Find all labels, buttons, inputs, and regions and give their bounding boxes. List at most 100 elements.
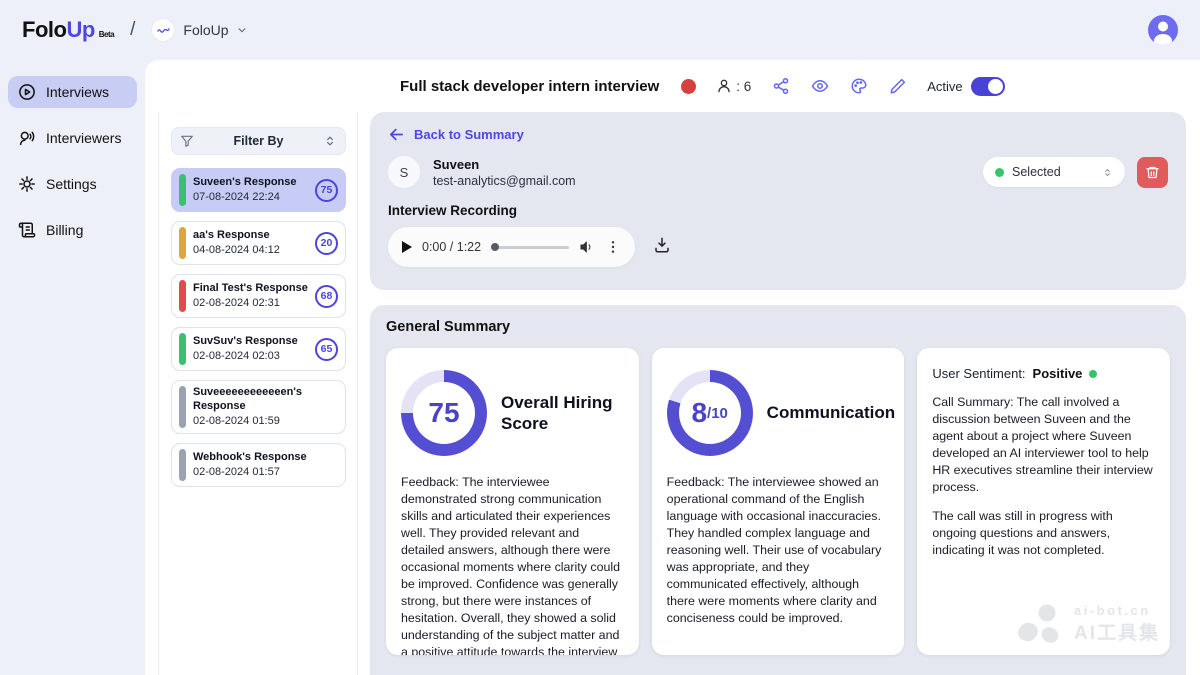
edit-pencil-button[interactable] [889,77,907,95]
response-list-item[interactable]: Suveen's Response07-08-2024 22:24 75 [171,168,346,212]
player-time: 0:00 / 1:22 [422,240,481,254]
interview-title: Full stack developer intern interview [400,78,659,95]
download-recording-button[interactable] [653,236,671,259]
sidebar-item-label: Settings [46,176,97,192]
theme-palette-button[interactable] [850,77,868,95]
sidebar-item-billing[interactable]: Billing [8,214,137,246]
response-score-badge: 75 [315,179,338,202]
overall-score-title: Overall Hiring Score [501,392,624,435]
response-name: Suveen's Response [193,176,308,190]
workspace-name: FoloUp [183,22,228,38]
response-score-badge: 68 [315,285,338,308]
sentiment-card: User Sentiment: Positive Call Summary: T… [917,348,1170,655]
response-list-item[interactable]: Suveeeeeeeeeeeen's Response02-08-2024 01… [171,380,346,434]
response-status-bar [179,333,186,365]
sidebar-item-interviews[interactable]: Interviews [8,76,137,108]
response-status-bar [179,227,186,259]
response-date: 02-08-2024 01:59 [193,414,338,428]
respondent-count: : 6 [716,78,751,94]
breadcrumb-separator: / [130,19,135,41]
funnel-icon [180,134,194,148]
response-status-bar [179,174,186,206]
watermark-line2: AI工具集 [1074,618,1160,645]
candidate-status-dropdown[interactable]: Selected [983,157,1125,187]
response-name: Final Test's Response [193,282,308,296]
app-logo: FoloUp Beta [22,17,114,43]
recording-heading: Interview Recording [388,203,1168,218]
overall-score-value: 75 [428,397,459,429]
player-menu-button[interactable] [605,239,621,255]
response-list-item[interactable]: SuvSuv's Response02-08-2024 02:03 65 [171,327,346,371]
topbar: FoloUp Beta / FoloUp [0,0,1200,60]
audio-player[interactable]: 0:00 / 1:22 [388,227,635,267]
profile-avatar[interactable] [1148,15,1178,45]
back-to-summary-link[interactable]: Back to Summary [388,126,1168,143]
response-list-panel: Filter By Suveen's Response07-08-2024 22… [158,112,358,675]
communication-score-suffix: /10 [707,405,728,422]
overall-score-feedback: Feedback: The interviewee demonstrated s… [401,474,624,655]
watermark: ai-bot.cn AI工具集 [1017,603,1160,645]
summary-heading: General Summary [386,319,1170,335]
workspace-logo-icon [151,18,175,42]
respondent-count-label: : 6 [736,79,751,94]
response-date: 02-08-2024 02:31 [193,296,308,310]
arrow-left-icon [388,126,405,143]
response-date: 02-08-2024 01:57 [193,465,338,479]
chevrons-up-down-icon [1102,167,1113,178]
response-name: SuvSuv's Response [193,335,308,349]
logo-part2: Up [66,17,94,43]
filter-by-dropdown[interactable]: Filter By [171,127,346,155]
response-status-bar [179,449,186,481]
beta-badge: Beta [99,30,114,39]
back-to-summary-label: Back to Summary [414,127,524,142]
chevron-down-icon [237,25,247,35]
communication-score-value: 8 [691,397,707,429]
response-score-badge: 65 [315,338,338,361]
sentiment-label: User Sentiment: [932,366,1025,381]
sidebar-item-settings[interactable]: Settings [8,168,137,200]
candidate-email: test-analytics@gmail.com [433,174,576,188]
status-dot-icon [995,168,1004,177]
sentiment-dot-icon [1089,370,1097,378]
interview-header: Full stack developer intern interview : … [145,60,1200,112]
response-date: 02-08-2024 02:03 [193,349,308,363]
active-toggle[interactable] [971,77,1005,96]
sidebar: Interviews Interviewers Settings Billing [0,60,145,675]
seek-slider[interactable] [491,246,569,249]
logo-part1: Folo [22,17,66,43]
sidebar-item-label: Billing [46,222,83,238]
main-content: Full stack developer intern interview : … [145,60,1200,675]
sidebar-item-label: Interviewers [46,130,121,146]
response-date: 07-08-2024 22:24 [193,190,308,204]
avatar-initial: S [400,165,409,180]
candidate-avatar: S [388,156,420,188]
sidebar-item-interviewers[interactable]: Interviewers [8,122,137,154]
volume-button[interactable] [579,239,595,255]
filter-by-label: Filter By [194,134,323,148]
response-list: Suveen's Response07-08-2024 22:24 75 aa's … [171,168,346,487]
response-date: 04-08-2024 04:12 [193,243,308,257]
play-circle-icon [18,83,36,101]
response-list-item[interactable]: Webhook's Response02-08-2024 01:57 [171,443,346,487]
watermark-paw-icon [1017,603,1065,645]
communication-title: Communication [767,402,895,423]
share-button[interactable] [772,77,790,95]
record-indicator-icon [681,79,696,94]
workspace-selector[interactable]: FoloUp [151,18,246,42]
response-list-item[interactable]: aa's Response04-08-2024 04:1220 [171,221,346,265]
speaking-person-icon [18,129,36,147]
preview-eye-button[interactable] [811,77,829,95]
communication-feedback: Feedback: The interviewee showed an oper… [667,474,890,627]
response-name: aa's Response [193,229,308,243]
delete-response-button[interactable] [1137,157,1168,188]
play-button[interactable] [402,241,412,253]
sidebar-item-label: Interviews [46,84,109,100]
gear-icon [18,175,36,193]
sentiment-value: Positive [1033,366,1083,381]
person-icon [716,78,732,94]
overall-score-ring: 75 [401,370,487,456]
response-list-item[interactable]: Final Test's Response02-08-2024 02:31 68 [171,274,346,318]
call-status-paragraph: The call was still in progress with ongo… [932,508,1155,559]
trash-icon [1145,165,1160,180]
candidate-status-value: Selected [1012,165,1094,179]
